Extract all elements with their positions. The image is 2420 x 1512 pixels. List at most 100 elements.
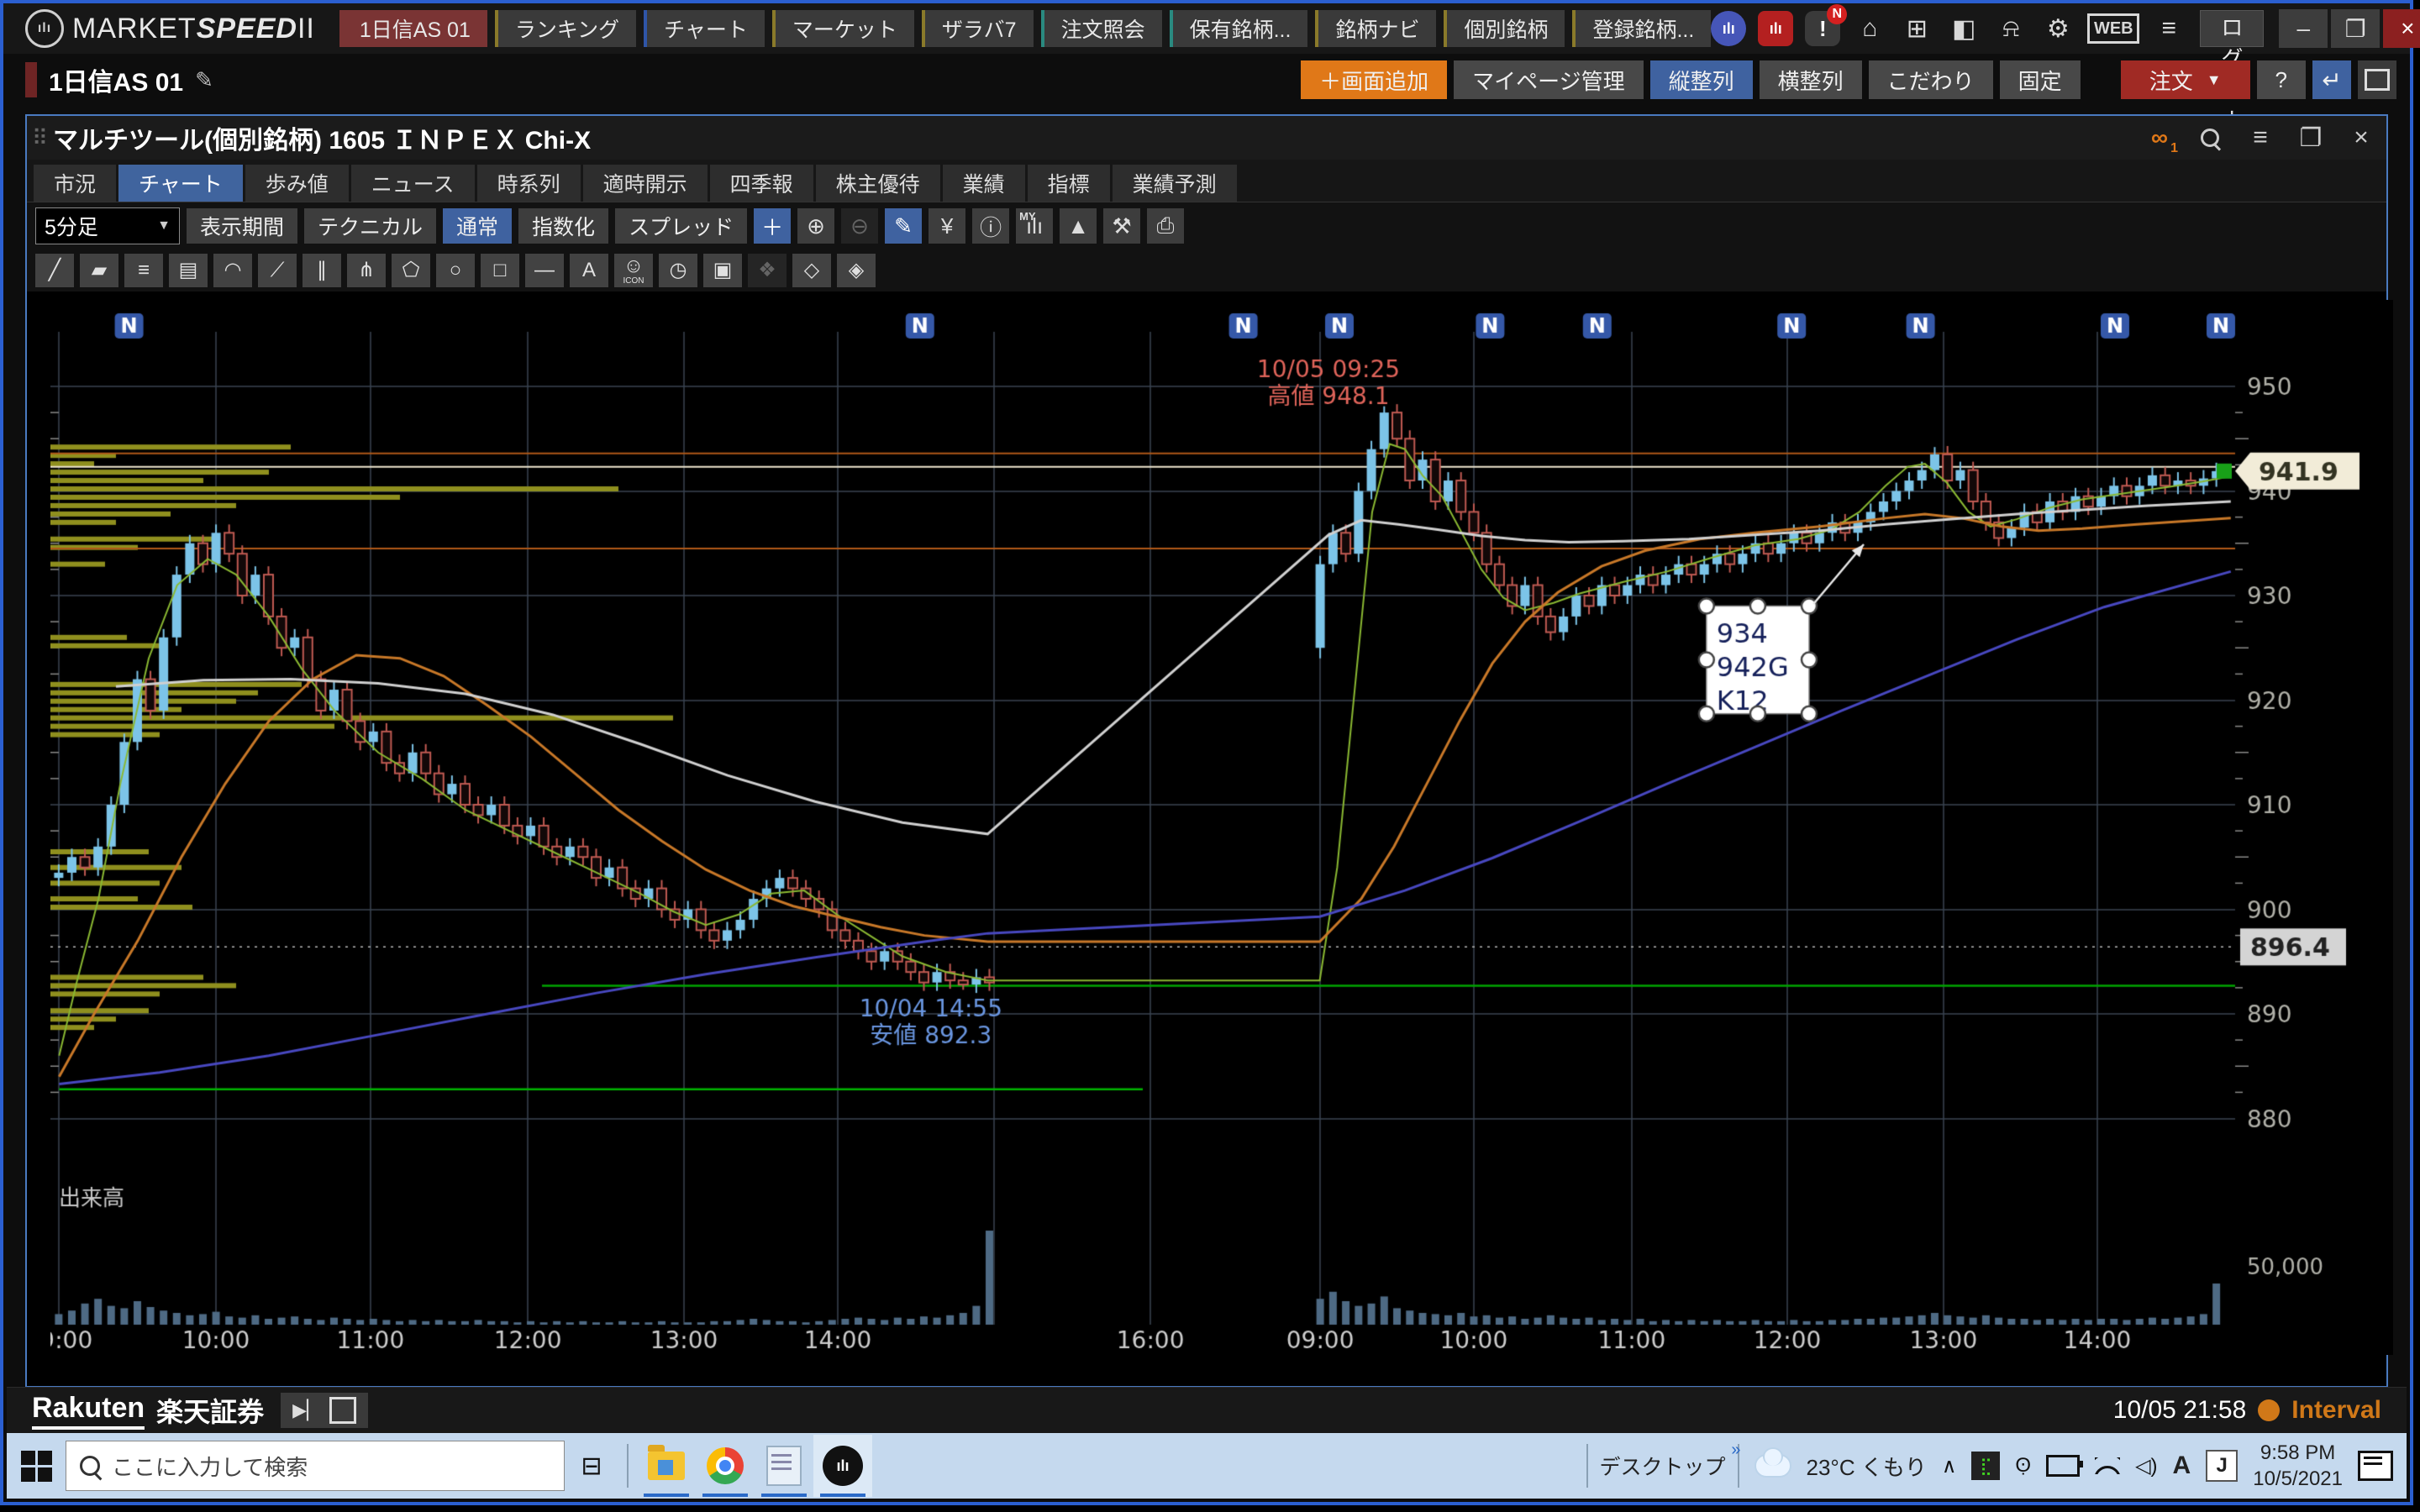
app-tab-9[interactable]: 個別銘柄 bbox=[1444, 10, 1565, 47]
rectangle-tool[interactable]: □ bbox=[481, 254, 519, 287]
info-tool[interactable]: ⓘ bbox=[972, 208, 1009, 244]
spread-mode-button[interactable]: スプレッド bbox=[615, 208, 747, 244]
speaker-icon[interactable]: ◁) bbox=[2135, 1454, 2157, 1478]
battery-icon[interactable] bbox=[2046, 1455, 2080, 1477]
app-tab-5[interactable]: ザラバ7 bbox=[922, 10, 1034, 47]
taskbar-app-notepad[interactable] bbox=[755, 1435, 813, 1497]
tray-app-icon[interactable]: ⣏ bbox=[1971, 1452, 2000, 1480]
chart-circle-icon[interactable]: ılı bbox=[1711, 11, 1746, 46]
tab-業績予測[interactable]: 業績予測 bbox=[1113, 165, 1237, 202]
hidden-icons-chevron[interactable]: ∧ bbox=[1942, 1454, 1957, 1478]
tab-株主優待[interactable]: 株主優待 bbox=[816, 165, 940, 202]
duplicate-window-icon[interactable]: ❐ bbox=[2294, 121, 2328, 155]
wifi-icon[interactable] bbox=[2095, 1457, 2120, 1474]
action-center-icon[interactable] bbox=[2358, 1451, 2393, 1481]
zoom-in-tool[interactable]: ⊕ bbox=[797, 208, 834, 244]
panel-expand-button[interactable]: ▶▏ bbox=[281, 1393, 368, 1428]
link-icon[interactable]: ∞1 bbox=[2143, 121, 2176, 155]
tab-指標[interactable]: 指標 bbox=[1028, 165, 1110, 202]
technical-button[interactable]: テクニカル bbox=[304, 208, 436, 244]
add-window-icon[interactable]: ⊞ bbox=[1899, 11, 1934, 46]
task-view-button[interactable]: ⊟ bbox=[565, 1433, 618, 1499]
ime-mode-a[interactable]: A bbox=[2173, 1452, 2191, 1480]
app-tab-3[interactable]: チャート bbox=[644, 10, 765, 47]
price-chart-canvas[interactable] bbox=[50, 300, 2393, 1355]
restore-button[interactable]: ❐ bbox=[2331, 9, 2380, 48]
hline-tool[interactable]: — bbox=[525, 254, 564, 287]
minimize-button[interactable]: – bbox=[2279, 9, 2328, 48]
icon-stamp-tool[interactable]: ☺ICON bbox=[614, 254, 653, 287]
pitchfork-tool[interactable]: ⋔ bbox=[347, 254, 386, 287]
logout-button[interactable]: ログアウト bbox=[2200, 10, 2264, 47]
vlines-tool[interactable]: ∥ bbox=[302, 254, 341, 287]
copy-tool[interactable]: ▣ bbox=[703, 254, 742, 287]
app-tab-8[interactable]: 銘柄ナビ bbox=[1315, 10, 1436, 47]
tab-市況[interactable]: 市況 bbox=[34, 165, 116, 202]
taskbar-app-marketspeed[interactable]: ılı bbox=[813, 1435, 872, 1497]
home-icon[interactable]: ⌂ bbox=[1852, 11, 1887, 46]
drag-grip-icon[interactable]: ⠿ bbox=[32, 125, 45, 151]
app-tab-1[interactable]: 1日信AS 01 bbox=[339, 10, 487, 47]
eraser-tool[interactable]: ◇ bbox=[792, 254, 831, 287]
tab-四季報[interactable]: 四季報 bbox=[710, 165, 813, 202]
app-tab-6[interactable]: 注文照会 bbox=[1041, 10, 1162, 47]
window-menu-icon[interactable]: ≡ bbox=[2244, 121, 2277, 155]
settings-gear-icon[interactable]: ⚙ bbox=[2040, 11, 2075, 46]
draw-tool[interactable]: ✎ bbox=[885, 208, 922, 244]
tab-歩み値[interactable]: 歩み値 bbox=[245, 165, 349, 202]
tab-チャート[interactable]: チャート bbox=[118, 165, 243, 202]
settings-wrench-tool[interactable]: ⚒ bbox=[1103, 208, 1140, 244]
bell-icon[interactable]: ⍾ bbox=[1993, 11, 2028, 46]
close-window-icon[interactable]: × bbox=[2344, 121, 2378, 155]
desktop-toolbar[interactable]: デスクトップ» bbox=[1586, 1444, 1739, 1488]
my-chart-tool[interactable]: ılıMY bbox=[1016, 208, 1053, 244]
mypage-manage-button[interactable]: マイページ管理 bbox=[1454, 60, 1643, 99]
timeframe-select[interactable]: 5分足▼ bbox=[35, 207, 180, 244]
display-period-button[interactable]: 表示期間 bbox=[187, 208, 297, 244]
start-button[interactable] bbox=[7, 1433, 66, 1499]
hlines3-tool[interactable]: ≡ bbox=[124, 254, 163, 287]
time-marker-tool[interactable]: ◷ bbox=[659, 254, 697, 287]
web-icon[interactable]: WEB bbox=[2087, 13, 2139, 44]
window-layout-button[interactable] bbox=[2358, 60, 2396, 99]
window-title-bar[interactable]: ⠿ マルチツール(個別銘柄) 1605 ＩＮＰＥＸ Chi-X ∞1 ≡ ❐ × bbox=[27, 116, 2386, 160]
camera-icon[interactable]: ʘ̣ bbox=[2015, 1454, 2031, 1478]
normal-mode-button[interactable]: 通常 bbox=[443, 208, 512, 244]
ime-mode-j[interactable]: J bbox=[2206, 1450, 2238, 1482]
kodawari-button[interactable]: こだわり bbox=[1869, 60, 1993, 99]
app-tab-4[interactable]: マーケット bbox=[772, 10, 914, 47]
taskbar-app-explorer[interactable] bbox=[637, 1435, 696, 1497]
tab-適時開示[interactable]: 適時開示 bbox=[583, 165, 708, 202]
help-button[interactable]: ? bbox=[2257, 60, 2306, 99]
trendline-tool[interactable]: ╱ bbox=[35, 254, 74, 287]
yen-tool[interactable]: ¥ bbox=[929, 208, 965, 244]
app-tab-7[interactable]: 保有銘柄... bbox=[1170, 10, 1308, 47]
fibonacci-arc-tool[interactable]: ◠ bbox=[213, 254, 252, 287]
vertical-align-button[interactable]: 縦整列 bbox=[1650, 60, 1753, 99]
area-chart-tool[interactable]: ▲ bbox=[1060, 208, 1097, 244]
weather-label[interactable]: 23°C くもり bbox=[1807, 1451, 1927, 1482]
search-icon[interactable] bbox=[2193, 121, 2227, 155]
menu-icon[interactable]: ≡ bbox=[2151, 11, 2186, 46]
eraser-all-tool[interactable]: ◈ bbox=[837, 254, 876, 287]
tab-時系列[interactable]: 時系列 bbox=[477, 165, 581, 202]
print-tool[interactable]: ⎙ bbox=[1147, 208, 1184, 244]
taskbar-clock[interactable]: 9:58 PM 10/5/2021 bbox=[2253, 1440, 2343, 1492]
taskbar-search-box[interactable]: ここに入力して検索 bbox=[66, 1441, 565, 1491]
app-tab-10[interactable]: 登録銘柄... bbox=[1572, 10, 1711, 47]
pin-button[interactable]: 固定 bbox=[2000, 60, 2081, 99]
close-button[interactable]: × bbox=[2383, 9, 2420, 48]
pencil-tool[interactable]: ▰ bbox=[80, 254, 118, 287]
crosshair-tool[interactable]: ＋ bbox=[754, 208, 791, 244]
order-button[interactable]: 注文▼ bbox=[2121, 60, 2250, 99]
panel-toggle-icon[interactable]: ◧ bbox=[1946, 11, 1981, 46]
hlines4-tool[interactable]: ▤ bbox=[169, 254, 208, 287]
alert-icon[interactable]: !N bbox=[1805, 11, 1840, 46]
fan-lines-tool[interactable]: ⟋ bbox=[258, 254, 297, 287]
tab-業績[interactable]: 業績 bbox=[943, 165, 1025, 202]
pentagon-tool[interactable]: ⬠ bbox=[392, 254, 430, 287]
link-window-button[interactable]: ↵ bbox=[2312, 60, 2351, 99]
weather-cloud-icon[interactable] bbox=[1754, 1454, 1791, 1478]
app-tab-2[interactable]: ランキング bbox=[495, 10, 636, 47]
taskbar-app-chrome[interactable] bbox=[696, 1435, 755, 1497]
